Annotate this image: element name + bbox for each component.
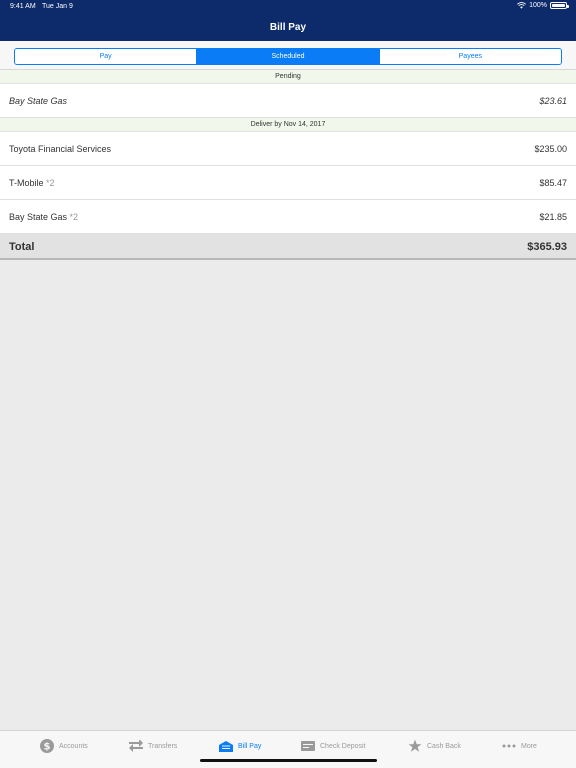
tab-label: Bill Pay [238, 742, 262, 750]
tab-cash-back[interactable]: Cash Back [408, 739, 461, 753]
check-icon [301, 741, 315, 751]
tab-label: More [521, 742, 537, 750]
payment-count: *2 [67, 212, 79, 222]
segment-scheduled[interactable]: Scheduled [196, 49, 379, 64]
segment-payees[interactable]: Payees [378, 49, 561, 64]
payment-row[interactable]: Toyota Financial Services $235.00 [0, 132, 576, 166]
total-label: Total [9, 241, 35, 253]
status-bar: 9:41 AM Tue Jan 9 100% [0, 0, 576, 14]
wifi-icon [517, 2, 527, 9]
dollar-circle-icon: $ [40, 739, 54, 753]
total-row: Total $365.93 [0, 234, 576, 260]
svg-text:$: $ [44, 742, 51, 753]
page-title: Bill Pay [269, 22, 307, 33]
payee-name: Bay State Gas *2 [9, 212, 78, 222]
segment-pay[interactable]: Pay [15, 49, 197, 64]
tab-more[interactable]: More [502, 739, 537, 753]
section-header-pending: Pending [0, 70, 576, 84]
tab-label: Accounts [59, 742, 88, 750]
bill-icon [219, 741, 233, 752]
home-indicator [200, 759, 377, 762]
payment-row[interactable]: Bay State Gas *2 $21.85 [0, 200, 576, 234]
payment-row[interactable]: Bay State Gas $23.61 [0, 84, 576, 118]
payee-name: T-Mobile *2 [9, 178, 55, 188]
status-time: 9:41 AM [10, 3, 36, 10]
tab-accounts[interactable]: $ Accounts [40, 739, 88, 753]
payee-name-text: T-Mobile [9, 178, 44, 188]
tab-label: Cash Back [427, 742, 461, 750]
payment-row[interactable]: T-Mobile *2 $85.47 [0, 166, 576, 200]
ellipsis-icon [502, 744, 516, 748]
tab-bill-pay[interactable]: Bill Pay [219, 739, 261, 753]
header: 9:41 AM Tue Jan 9 100% Bill Pay [0, 0, 576, 41]
tab-bar: $ Accounts Transfers Bill Pay Check Depo… [0, 730, 576, 768]
payee-name: Toyota Financial Services [9, 144, 111, 154]
status-date: Tue Jan 9 [42, 3, 73, 10]
payee-name: Bay State Gas [9, 96, 68, 106]
arrows-icon [129, 740, 143, 752]
battery-percent: 100% [529, 2, 547, 9]
tab-label: Transfers [148, 742, 178, 750]
payment-amount: $21.85 [539, 212, 567, 222]
segment-bar: Pay Scheduled Payees [0, 41, 576, 70]
segmented-control: Pay Scheduled Payees [14, 48, 562, 65]
status-right: 100% [517, 2, 569, 9]
tab-label: Check Deposit [320, 742, 366, 750]
battery-icon [550, 2, 569, 9]
payee-name-text: Toyota Financial Services [9, 144, 112, 154]
total-amount: $365.93 [527, 241, 567, 253]
tab-check-deposit[interactable]: Check Deposit [301, 739, 366, 753]
section-header-deliver-by: Deliver by Nov 14, 2017 [0, 118, 576, 132]
tab-transfers[interactable]: Transfers [129, 739, 177, 753]
payment-amount: $23.61 [539, 96, 567, 106]
payments-list: Pending Bay State Gas $23.61 Deliver by … [0, 70, 576, 260]
star-icon [408, 739, 422, 752]
payment-amount: $235.00 [534, 144, 567, 154]
payee-name-text: Bay State Gas [9, 212, 68, 222]
payment-count: *2 [43, 178, 55, 188]
payment-amount: $85.47 [539, 178, 567, 188]
